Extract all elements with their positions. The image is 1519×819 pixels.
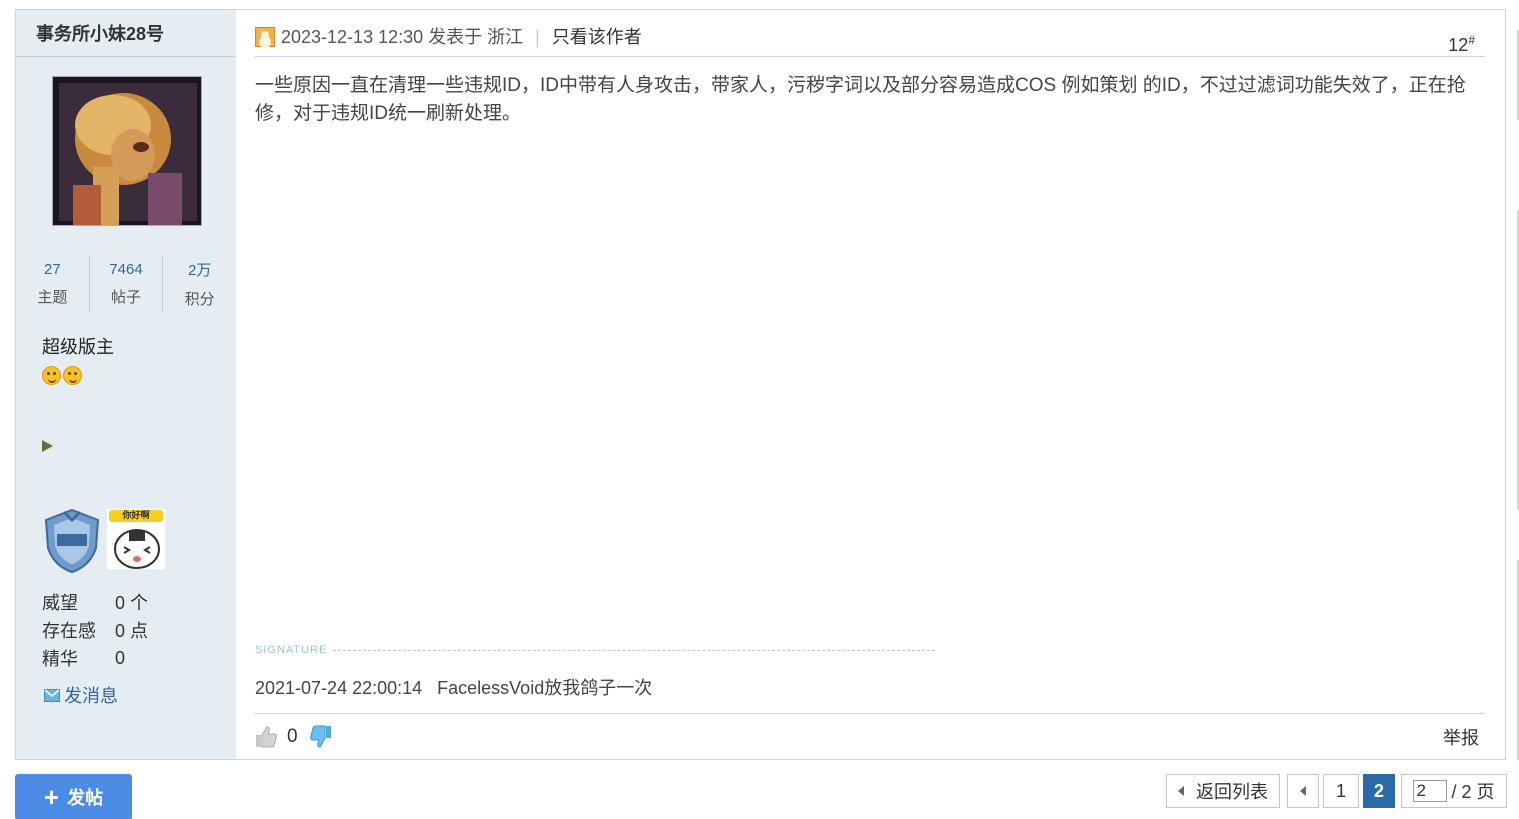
- post-content: 一些原因一直在清理一些违规ID，ID中带有人身攻击，带家人，污秽字词以及部分容易…: [255, 75, 1466, 124]
- stat-posts-label: 帖子: [111, 289, 142, 306]
- stat-threads[interactable]: 27 主题: [16, 256, 89, 312]
- back-to-list-label: 返回列表: [1196, 782, 1268, 802]
- author-profile: 威望 0 个 存在感 0 点 精华 0: [42, 588, 148, 672]
- stat-threads-label: 主题: [37, 289, 68, 306]
- send-message-link[interactable]: 发消息: [44, 682, 118, 708]
- floor-mark: #: [1468, 33, 1475, 47]
- user-rank[interactable]: 超级版主: [42, 333, 114, 359]
- page-link[interactable]: 1: [1323, 774, 1359, 808]
- signature-label: SIGNATURE: [255, 644, 328, 656]
- shield-medal-icon[interactable]: [42, 508, 102, 574]
- profile-row: 存在感 0 点: [42, 616, 148, 644]
- profile-value: 0 点: [115, 621, 149, 641]
- thumbs-down-icon[interactable]: [309, 725, 332, 749]
- stat-posts-value: 7464: [109, 261, 143, 278]
- author-name[interactable]: 事务所小妹28号: [16, 10, 236, 57]
- thumbs-up-icon[interactable]: [255, 725, 277, 748]
- post-meta: 2023-12-13 12:30 发表于 浙江 | 只看该作者 12#: [255, 23, 1485, 57]
- current-page[interactable]: 2: [1363, 774, 1395, 808]
- greeting-medal-label: 你好啊: [122, 510, 150, 520]
- medals: 你好啊: [42, 508, 166, 574]
- page-jump: / 2 页: [1401, 774, 1507, 808]
- new-post-button[interactable]: + 发帖: [15, 774, 132, 819]
- greeting-medal-icon[interactable]: 你好啊: [106, 508, 166, 570]
- profile-key: 精华: [42, 649, 78, 669]
- profile-key: 存在感: [42, 621, 96, 641]
- signature-divider: [333, 649, 935, 651]
- page-jump-input[interactable]: [1413, 780, 1448, 802]
- signature-header: SIGNATURE: [255, 644, 935, 656]
- plus-icon: +: [43, 782, 60, 812]
- post-container: 事务所小妹28号 27 主题 7464 帖子 2万 积分 超级版主 你好啊 威望…: [15, 9, 1506, 760]
- back-to-list-button[interactable]: 返回列表: [1166, 774, 1280, 808]
- profile-value: 0 个: [115, 593, 149, 613]
- online-status-icon: [255, 27, 275, 47]
- arrow-left-icon: [1178, 786, 1184, 796]
- post-time: 2023-12-13 12:30 发表于 浙江: [281, 27, 524, 47]
- post-main: 2023-12-13 12:30 发表于 浙江 | 只看该作者 12# 一些原因…: [236, 10, 1505, 759]
- smiley-icon: [63, 366, 82, 385]
- signature-text: 2021-07-24 22:00:14 FacelessVoid放我鸽子一次: [255, 678, 653, 698]
- author-sidebar: 事务所小妹28号 27 主题 7464 帖子 2万 积分 超级版主 你好啊 威望…: [16, 10, 236, 759]
- post-actions: 0 举报: [255, 713, 1485, 759]
- profile-value: 0: [115, 647, 126, 668]
- rank-stars: [42, 366, 82, 385]
- bottom-bar: + 发帖 返回列表 1 2 / 2 页: [0, 770, 1519, 819]
- profile-row: 精华 0: [42, 644, 148, 672]
- prev-page-button[interactable]: [1287, 774, 1319, 808]
- stat-threads-value: 27: [43, 261, 61, 278]
- report-link[interactable]: 举报: [1443, 724, 1479, 750]
- floor-number[interactable]: 12#: [1448, 23, 1475, 62]
- page-total: / 2 页: [1451, 782, 1495, 802]
- stat-credits-label: 积分: [184, 291, 215, 308]
- author-stats: 27 主题 7464 帖子 2万 积分: [16, 256, 236, 312]
- avatar[interactable]: [52, 76, 202, 226]
- envelope-icon: [44, 688, 60, 702]
- divider: |: [535, 27, 540, 47]
- expand-arrow-icon[interactable]: [42, 440, 53, 452]
- send-message-label: 发消息: [64, 686, 118, 706]
- new-post-label: 发帖: [67, 788, 104, 808]
- author-only-link[interactable]: 只看该作者: [552, 23, 642, 51]
- floor-number-value: 12: [1448, 35, 1469, 55]
- stat-posts[interactable]: 7464 帖子: [88, 256, 163, 312]
- arrow-left-icon: [1300, 786, 1306, 796]
- like-count: 0: [287, 725, 298, 747]
- pagination: 返回列表 1 2 / 2 页: [1166, 774, 1507, 808]
- profile-row: 威望 0 个: [42, 588, 148, 616]
- stat-credits-value: 2万: [188, 262, 212, 279]
- smiley-icon: [42, 366, 61, 385]
- profile-key: 威望: [42, 593, 78, 613]
- stat-credits[interactable]: 2万 积分: [162, 256, 236, 312]
